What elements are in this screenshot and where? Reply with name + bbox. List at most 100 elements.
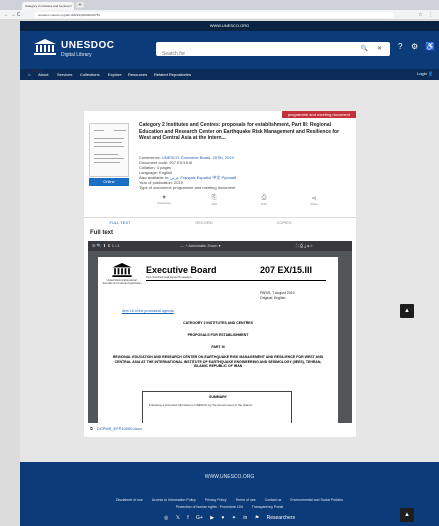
social-links: ◎ 𝕏 f G+ ▶ ♥ ✦ in ⚑ Researchers: [20, 515, 439, 521]
login-link[interactable]: Login 👤: [417, 71, 433, 76]
download-link[interactable]: ⧉ DCPMS_EFP10050.docx: [90, 426, 142, 431]
record-tabs: FULL TEXT RECORD COPIES: [84, 217, 356, 228]
pdf-heading: PROPOSALS FOR ESTABLISHMENT: [187, 333, 249, 337]
youtube-icon[interactable]: ▶: [210, 515, 214, 521]
footer-link[interactable]: Terms of use: [236, 498, 256, 502]
meta-value: programme and meeting document: [173, 185, 236, 190]
researchers-link[interactable]: Researchers: [267, 515, 295, 521]
pdf-page: United Nations Educational, Scientific a…: [98, 257, 338, 423]
scroll-to-top-button[interactable]: ▲: [400, 304, 414, 318]
pdf-agenda-item[interactable]: Item 15 of the provisional agenda: [122, 309, 174, 313]
footer-link[interactable]: Transparency Portal: [252, 505, 283, 509]
address-bar[interactable]: unesdoc.unesco.org/ark:/48223/pf00002307…: [34, 12, 394, 18]
clear-search-icon[interactable]: ✕: [377, 45, 382, 52]
download-filename: DCPMS_EFP10050.docx: [96, 426, 142, 431]
pdf-nav-controls[interactable]: ☰ 🔍 ⬆ ⬇ 1 / 4: [92, 243, 120, 248]
full-text-title: Full text: [90, 230, 114, 236]
pdf-doc-code: 207 EX/15.III: [260, 265, 313, 275]
breadcrumb[interactable]: ⌂ > Notice: [25, 68, 43, 73]
settings-icon[interactable]: ⚙: [411, 42, 418, 51]
footer-link[interactable]: Access to Information Policy: [152, 498, 196, 502]
twitter-icon[interactable]: 𝕏: [176, 515, 180, 521]
google-plus-icon[interactable]: G+: [196, 515, 203, 521]
document-icon: ⧉: [90, 426, 93, 431]
share-button[interactable]: ⋖ Share: [299, 195, 329, 206]
login-label: Login: [417, 71, 427, 76]
pdf-heading: REGIONAL EDUCATION AND RESEARCH CENTER O…: [112, 355, 324, 368]
accessibility-icon[interactable]: ♿: [425, 42, 435, 51]
pdf-tools[interactable]: ⛶ ⎙ ⤓ ⚲ »: [296, 243, 313, 248]
close-tab-icon[interactable]: ×: [70, 3, 72, 8]
menu-collections[interactable]: Collections: [80, 72, 100, 77]
footer-scroll-to-top-button[interactable]: ▲: [400, 508, 414, 522]
footer-link[interactable]: Privacy Policy: [205, 498, 227, 502]
pdf-divider: [146, 280, 326, 281]
document-thumbnail[interactable]: [89, 123, 129, 177]
browser-tab[interactable]: Category 2 institutes and Centres ×: [22, 2, 74, 10]
pdf-heading: PART III: [211, 345, 225, 349]
footer-link[interactable]: Environmental and Social Policies: [290, 498, 343, 502]
nav-buttons[interactable]: ← → C: [4, 12, 20, 18]
logo-title[interactable]: UNESDOC: [61, 40, 115, 51]
footer-link[interactable]: Disclaimer of use: [116, 498, 143, 502]
footer-site-link[interactable]: WWW.UNESCO.ORG: [20, 474, 439, 480]
browser-menu-icons[interactable]: ☆ ⋮: [418, 12, 435, 18]
unesco-top-strip[interactable]: WWW.UNESCO.ORG: [20, 21, 439, 31]
pdf-zoom-control[interactable]: — + Automatic Zoom ▾: [180, 243, 221, 248]
record-card: programme and meeting document Online Ca…: [84, 111, 356, 217]
menu-related-repositories[interactable]: Related Repositories: [154, 72, 191, 77]
pdf-summary-text: Following a proposal submitted to UNESCO…: [149, 403, 253, 407]
pdf-viewer[interactable]: United Nations Educational, Scientific a…: [88, 251, 352, 423]
record-title: Category 2 Institutes and Centres: propo…: [139, 122, 340, 141]
favourite-button[interactable]: ♥ Favourites: [149, 195, 179, 205]
online-button[interactable]: Online: [89, 178, 129, 186]
instagram-icon[interactable]: ◎: [164, 515, 168, 521]
footer-links: Disclaimer of use Access to Information …: [20, 498, 439, 502]
pdf-summary-title: SUMMARY: [209, 395, 227, 399]
vk-icon[interactable]: ✦: [232, 515, 236, 521]
heart-icon[interactable]: ♥: [221, 515, 224, 521]
add-button[interactable]: ⎘ Add: [199, 195, 229, 206]
full-text-panel: Full text ☰ 🔍 ⬆ ⬇ 1 / 4 — + Automatic Zo…: [84, 227, 356, 437]
site-header: UNESDOC Digital Library 🔍 ✕ ? ⚙ ♿: [20, 31, 439, 69]
pdf-org-name: United Nations Educational, Scientific a…: [102, 279, 142, 285]
menu-explore[interactable]: Explore: [108, 72, 122, 77]
add-icon: ⎘: [211, 195, 217, 201]
tab-record[interactable]: RECORD: [174, 220, 234, 225]
document-type-badge: programme and meeting document: [281, 111, 356, 118]
menu-services[interactable]: Services: [57, 72, 72, 77]
menu-resources[interactable]: Resources: [128, 72, 147, 77]
unesco-logo-icon: [112, 263, 132, 277]
unesco-temple-logo-icon[interactable]: [34, 39, 56, 55]
footer-link[interactable]: Contact us: [265, 498, 282, 502]
meta-label: Type of document:: [139, 185, 172, 190]
site-footer: WWW.UNESCO.ORG Disclaimer of use Access …: [20, 462, 439, 526]
pdf-date: PARIS, 7 August 2019 Original: English: [260, 291, 295, 300]
pdf-session: Two hundred and seventh session: [146, 275, 192, 279]
tab-copies[interactable]: COPIES: [254, 220, 314, 225]
new-tab-button[interactable]: +: [76, 2, 84, 8]
browser-nav-bar: ← → C unesdoc.unesco.org/ark:/48223/pf00…: [0, 10, 439, 20]
logo-subtitle: Digital Library: [61, 52, 92, 58]
pdf-board-title: Executive Board: [146, 265, 217, 275]
search-box: 🔍 ✕: [156, 42, 390, 61]
linkedin-icon[interactable]: in: [243, 515, 247, 521]
pdf-summary-box: SUMMARY Following a proposal submitted t…: [142, 391, 292, 423]
browser-tab-bar: Category 2 institutes and Centres × +: [0, 0, 439, 10]
meta-value: 207 EX/15.III: [169, 160, 193, 165]
tab-title: Category 2 institutes and Centres: [25, 4, 70, 8]
footer-links-secondary: Protection of human rights - Procedure 1…: [20, 505, 439, 509]
search-input[interactable]: [156, 47, 346, 61]
search-icon[interactable]: 🔍: [361, 45, 368, 52]
print-button[interactable]: ⎙ Print: [249, 195, 279, 206]
record-actions: ♥ Favourites ⎘ Add ⎙ Print ⋖ Share: [139, 195, 349, 209]
help-icon[interactable]: ?: [398, 42, 402, 51]
share-icon: ⋖: [311, 196, 317, 202]
pdf-heading: CATEGORY 2 INSTITUTES AND CENTRES: [183, 321, 253, 325]
pdf-toolbar: ☰ 🔍 ⬆ ⬇ 1 / 4 — + Automatic Zoom ▾ ⛶ ⎙ ⤓…: [88, 241, 352, 251]
rss-icon[interactable]: ⚑: [255, 515, 259, 521]
facebook-icon[interactable]: f: [187, 515, 188, 521]
main-menu: ⌂ About Services Collections Explore Res…: [20, 69, 439, 80]
print-icon: ⎙: [261, 195, 267, 201]
footer-link[interactable]: Protection of human rights - Procedure 1…: [176, 505, 243, 509]
